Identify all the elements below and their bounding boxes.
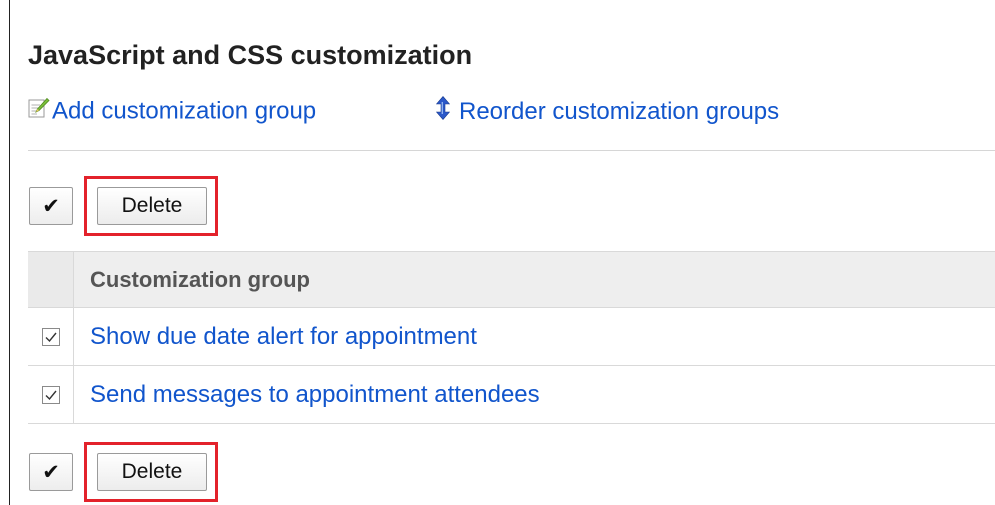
left-border [9,0,10,505]
checkbox-check-icon [45,332,57,342]
customization-group-link[interactable]: Show due date alert for appointment [90,323,477,351]
checkmark-icon: ✔ [42,460,60,484]
row-cell: Show due date alert for appointment [74,308,995,365]
customization-group-table: Customization group Show due date alert … [28,251,995,424]
delete-button-bottom[interactable]: Delete [97,453,207,491]
reorder-customization-groups-label: Reorder customization groups [459,98,780,125]
page-frame: JavaScript and CSS customization Add cus… [0,0,995,505]
customization-group-link[interactable]: Send messages to appointment attendees [90,381,540,409]
row-check-cell [28,366,74,423]
delete-button-top[interactable]: Delete [97,187,207,225]
select-all-button-bottom[interactable]: ✔ [29,453,73,491]
column-header-customization-group: Customization group [74,252,995,307]
checkbox-check-icon [45,390,57,400]
table-row: Show due date alert for appointment [28,308,995,366]
add-customization-group-label: Add customization group [52,97,317,125]
header-check-cell [28,252,74,307]
reorder-customization-groups-link[interactable]: Reorder customization groups [435,96,780,128]
select-all-button-top[interactable]: ✔ [29,187,73,225]
up-down-arrow-icon [435,96,451,128]
section-divider [28,150,995,151]
edit-pencil-icon [28,97,50,127]
checkmark-icon: ✔ [42,194,60,218]
row-check-cell [28,308,74,365]
row-checkbox[interactable] [41,327,60,346]
table-header-row: Customization group [28,252,995,308]
row-cell: Send messages to appointment attendees [74,366,995,423]
page-title: JavaScript and CSS customization [28,40,473,70]
add-customization-group-link[interactable]: Add customization group [28,96,316,127]
row-checkbox[interactable] [41,385,60,404]
table-row: Send messages to appointment attendees [28,366,995,424]
